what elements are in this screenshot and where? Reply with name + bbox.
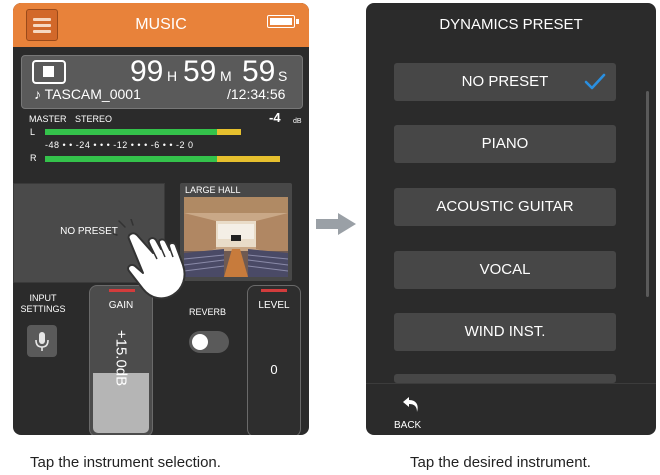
- reverb-label: REVERB: [189, 307, 227, 317]
- meter-green-segment: [45, 156, 217, 162]
- input-label-line1: INPUT: [29, 293, 57, 303]
- stop-icon: [32, 60, 66, 84]
- preset-item-acoustic-guitar[interactable]: ACOUSTIC GUITAR: [394, 188, 616, 226]
- dynamics-preset-screen: DYNAMICS PRESET NO PRESET PIANO ACOUSTIC…: [366, 3, 656, 435]
- counter-seconds: 59: [242, 55, 276, 88]
- battery-icon: [267, 15, 299, 28]
- input-settings-label: INPUT SETTINGS: [17, 293, 69, 315]
- input-settings-button[interactable]: [27, 325, 57, 357]
- counter-seconds-unit: S: [278, 68, 288, 84]
- gain-value: +15.0dB: [112, 329, 130, 387]
- left-channel-label: L: [30, 127, 36, 137]
- right-level-meter: [45, 156, 290, 162]
- back-arrow-icon[interactable]: [400, 394, 422, 414]
- meter-green-segment: [45, 129, 217, 135]
- arrow-right-icon: [316, 213, 356, 235]
- stereo-label: STEREO: [75, 114, 113, 124]
- preset-item-label: ACOUSTIC GUITAR: [436, 198, 574, 215]
- level-indicator: [261, 289, 287, 292]
- reverb-preset-name: LARGE HALL: [185, 185, 241, 195]
- preset-item-partial[interactable]: [394, 374, 616, 383]
- preset-item-label: PIANO: [481, 135, 529, 152]
- screen-title: DYNAMICS PRESET: [439, 16, 583, 33]
- meter-yellow-segment: [216, 129, 241, 135]
- preset-item-label: NO PRESET: [461, 73, 549, 90]
- preset-item-wind-inst[interactable]: WIND INST.: [394, 313, 616, 351]
- preset-item-label: WIND INST.: [464, 323, 546, 340]
- microphone-icon: [35, 332, 49, 351]
- preset-item-label: [394, 374, 616, 412]
- level-label: LEVEL: [258, 300, 290, 311]
- footer-divider: [366, 383, 656, 384]
- hand-pointer-icon: [113, 219, 186, 300]
- master-label: MASTER: [29, 114, 67, 124]
- peak-db-unit: dB: [293, 118, 302, 125]
- preset-item-label: VOCAL: [479, 261, 531, 278]
- input-label-line2: SETTINGS: [20, 304, 66, 314]
- total-recording-time: /12:34:56: [227, 86, 286, 102]
- left-level-meter: [45, 129, 290, 135]
- meter-scale: -48 • • -24 • • • -12 • • • -6 • • -2 0: [45, 140, 194, 150]
- reverb-level-slider[interactable]: LEVEL 0: [247, 285, 301, 435]
- preset-item-no-preset[interactable]: NO PRESET: [394, 63, 616, 101]
- meter-yellow-segment: [216, 156, 281, 162]
- back-button-label[interactable]: BACK: [394, 420, 421, 431]
- reverb-toggle[interactable]: [189, 331, 229, 353]
- level-value: 0: [270, 362, 278, 377]
- counter-hours: 99: [130, 55, 164, 88]
- counter-minutes-unit: M: [220, 68, 232, 84]
- gain-slider[interactable]: GAIN +15.0dB: [89, 285, 153, 435]
- preset-item-piano[interactable]: PIANO: [394, 125, 616, 163]
- counter-hours-unit: H: [167, 68, 178, 84]
- recorder-home-screen: MUSIC 99 H 59 M 59 S ♪ TASCAM_0001 /12:3…: [13, 3, 309, 435]
- checkmark-icon: [584, 73, 606, 90]
- list-scrollbar[interactable]: [646, 91, 649, 297]
- right-caption: Tap the desired instrument.: [410, 454, 591, 471]
- file-name: ♪ TASCAM_0001: [34, 86, 141, 102]
- peak-db-value: -4: [269, 110, 281, 125]
- left-caption: Tap the instrument selection.: [30, 454, 221, 471]
- preset-item-vocal[interactable]: VOCAL: [394, 251, 616, 289]
- time-counter-panel: 99 H 59 M 59 S ♪ TASCAM_0001 /12:34:56: [21, 55, 303, 109]
- counter-minutes: 59: [183, 55, 217, 88]
- app-mode-title: MUSIC: [135, 16, 187, 33]
- right-channel-label: R: [30, 153, 37, 163]
